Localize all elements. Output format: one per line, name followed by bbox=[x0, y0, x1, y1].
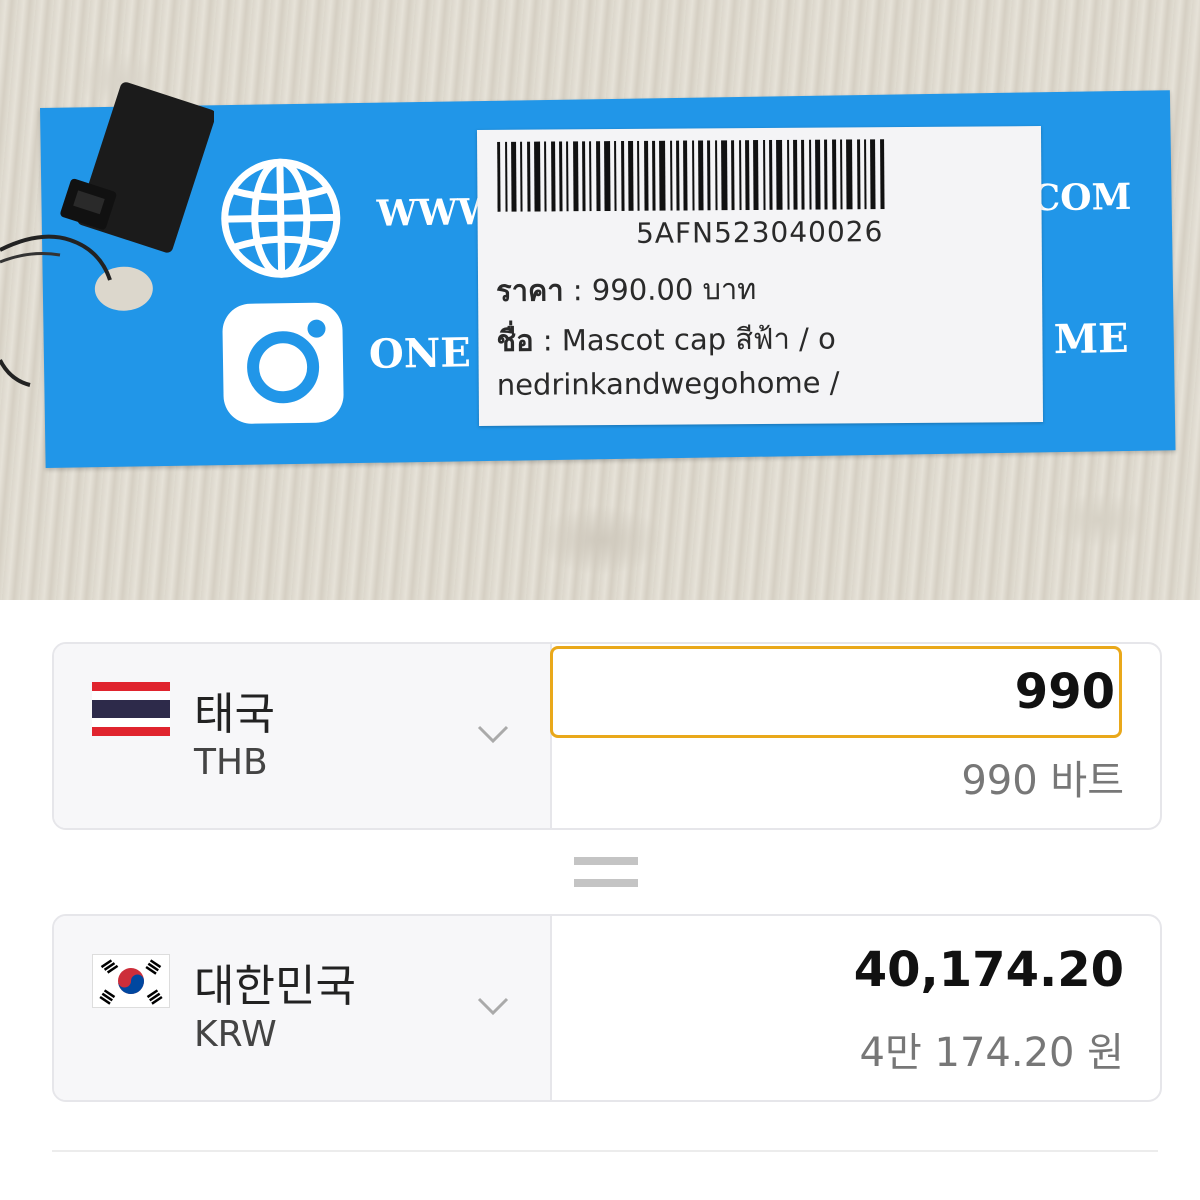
barcode-bar bbox=[604, 141, 611, 212]
barcode-bar bbox=[621, 140, 625, 211]
barcode-bar bbox=[707, 140, 711, 211]
barcode-bar bbox=[824, 139, 828, 210]
price-line: ราคา : 990.00 บาท bbox=[496, 266, 757, 314]
barcode-bar bbox=[644, 140, 649, 211]
thailand-flag-icon bbox=[92, 682, 170, 736]
source-currency-code: THB bbox=[194, 742, 268, 783]
barcode-bar bbox=[793, 139, 798, 210]
barcode-bar bbox=[739, 140, 742, 211]
tag-instagram-prefix: ONE bbox=[368, 329, 472, 378]
barcode-bar bbox=[683, 140, 688, 211]
barcode-bar bbox=[596, 141, 601, 212]
barcode-bar bbox=[614, 141, 617, 212]
target-amount-text: 4만 174.20 원 bbox=[859, 1030, 1124, 1076]
instagram-icon bbox=[222, 302, 344, 424]
chevron-down-icon[interactable] bbox=[476, 994, 510, 1018]
source-currency-selector[interactable]: 태국 THB bbox=[54, 644, 552, 828]
korea-flag-icon bbox=[92, 954, 170, 1008]
barcode-bar bbox=[809, 139, 812, 210]
barcode-bar bbox=[846, 139, 853, 210]
target-currency-selector[interactable]: 대한민국 KRW bbox=[54, 916, 552, 1100]
barcode-bar bbox=[698, 140, 704, 211]
barcode-bar bbox=[505, 141, 508, 212]
barcode-bar bbox=[787, 139, 790, 210]
barcode-bar bbox=[815, 139, 821, 210]
price-value: : 990.00 บาท bbox=[563, 272, 757, 308]
plastic-tag-fastener bbox=[60, 82, 214, 253]
bottom-divider bbox=[52, 1150, 1158, 1152]
barcode-bar bbox=[745, 140, 750, 211]
barcode-bar bbox=[870, 139, 876, 210]
barcode-bar bbox=[582, 141, 586, 212]
barcode-bar bbox=[520, 141, 523, 212]
barcode bbox=[497, 139, 885, 212]
barcode-bar bbox=[551, 141, 556, 212]
tag-instagram-suffix: ME bbox=[1053, 314, 1129, 364]
source-country-name: 태국 bbox=[194, 689, 275, 740]
price-sticker-label: 5AFN523040026 ราคา : 990.00 บาท ชื่อ : M… bbox=[476, 126, 1044, 426]
globe-icon bbox=[221, 158, 341, 278]
price-key: ราคา bbox=[495, 273, 564, 308]
barcode-bar bbox=[801, 139, 805, 210]
target-currency-card: 대한민국 KRW 40,174.20 4만 174.20 원 bbox=[52, 914, 1162, 1102]
source-amount-input[interactable]: 990 bbox=[550, 646, 1122, 738]
barcode-bar bbox=[840, 139, 843, 210]
barcode-bar bbox=[715, 140, 718, 211]
source-currency-card: 태국 THB 990 990 바트 bbox=[52, 642, 1162, 830]
product-code: 5AFN523040026 bbox=[635, 215, 884, 250]
barcode-bar bbox=[880, 139, 885, 210]
barcode-bar bbox=[589, 141, 592, 212]
barcode-bar bbox=[566, 141, 569, 212]
barcode-bar bbox=[753, 140, 759, 211]
source-amount-text: 990 바트 bbox=[961, 758, 1124, 804]
name-value: : Mascot cap สีฟ้า / o bbox=[533, 321, 836, 358]
barcode-bar bbox=[776, 139, 783, 210]
barcode-bar bbox=[652, 140, 656, 211]
chevron-down-icon[interactable] bbox=[476, 722, 510, 746]
barcode-bar bbox=[832, 139, 837, 210]
name-key: ชื่อ bbox=[496, 323, 534, 358]
product-tag-photo: WWW COM ONE ME 5AFN523040026 ราคา : 990.… bbox=[0, 0, 1200, 600]
barcode-bar bbox=[511, 141, 517, 212]
barcode-bar bbox=[676, 140, 680, 211]
barcode-bar bbox=[544, 141, 547, 212]
target-currency-code: KRW bbox=[194, 1014, 277, 1055]
barcode-bar bbox=[670, 140, 673, 211]
target-country-name: 대한민국 bbox=[194, 961, 356, 1012]
barcode-bar bbox=[731, 140, 735, 211]
barcode-bar bbox=[864, 139, 867, 210]
barcode-bar bbox=[763, 139, 766, 210]
barcode-bar bbox=[637, 140, 640, 211]
name-line-continued: nedrinkandwegohome / bbox=[496, 365, 840, 402]
barcode-bar bbox=[659, 140, 666, 211]
barcode-bar bbox=[692, 140, 695, 211]
barcode-bar bbox=[857, 139, 861, 210]
barcode-bar bbox=[769, 139, 773, 210]
name-line: ชื่อ : Mascot cap สีฟ้า / o bbox=[496, 315, 836, 363]
barcode-bar bbox=[534, 141, 541, 212]
barcode-bar bbox=[628, 140, 634, 211]
barcode-bar bbox=[573, 141, 579, 212]
source-amount-area: 990 990 바트 bbox=[550, 644, 1160, 828]
barcode-bar bbox=[527, 141, 531, 212]
barcode-bar bbox=[721, 140, 728, 211]
barcode-bar bbox=[559, 141, 563, 212]
barcode-bar bbox=[497, 141, 501, 212]
target-amount-value: 40,174.20 bbox=[853, 942, 1124, 998]
tag-website-suffix: COM bbox=[1031, 175, 1132, 220]
target-amount-area: 40,174.20 4만 174.20 원 bbox=[550, 916, 1160, 1100]
equals-icon bbox=[574, 857, 638, 887]
